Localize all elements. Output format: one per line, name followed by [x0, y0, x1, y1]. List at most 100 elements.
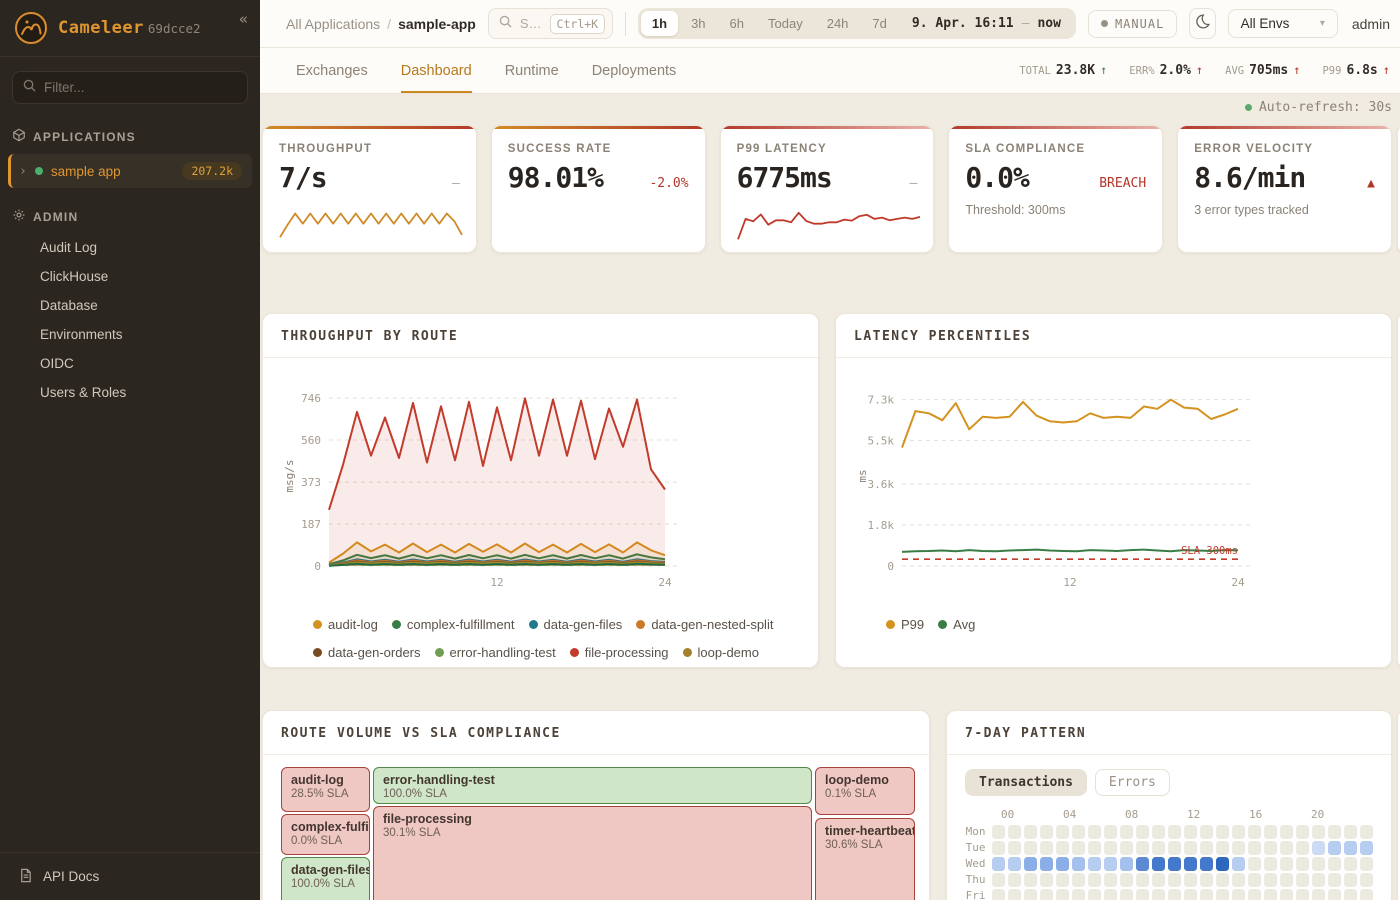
- sidebar-item-oidc[interactable]: OIDC: [0, 349, 260, 378]
- sidebar-filter-input[interactable]: [44, 80, 237, 95]
- gear-icon: [12, 208, 26, 225]
- svg-text:373: 373: [301, 476, 321, 489]
- heatmap-cell: [1248, 841, 1262, 855]
- legend-item-data-gen-nested-split[interactable]: data-gen-nested-split: [636, 617, 773, 632]
- sidebar-item-sample-app[interactable]: › sample app 207.2k: [8, 154, 252, 188]
- heatmap-cell: [1360, 857, 1374, 871]
- legend-dot: [313, 648, 322, 657]
- heatmap-cell: [1088, 825, 1102, 839]
- treemap-block-name: file-processing: [383, 812, 802, 826]
- time-range-display[interactable]: 9. Apr. 16:11 — now: [900, 11, 1073, 36]
- legend-item-file-processing[interactable]: file-processing: [570, 645, 669, 660]
- heatmap-cell: [1088, 889, 1102, 900]
- sidebar-item-clickhouse[interactable]: ClickHouse: [0, 262, 260, 291]
- sidebar-item-audit-log[interactable]: Audit Log: [0, 233, 260, 262]
- user-menu[interactable]: admin: [1352, 16, 1390, 32]
- treemap-block-data-gen-files[interactable]: data-gen-files100.0% SLA: [281, 857, 370, 900]
- tab-deployments[interactable]: Deployments: [592, 48, 677, 93]
- breadcrumb-current: sample-app: [398, 16, 476, 32]
- dark-mode-toggle[interactable]: [1189, 8, 1215, 39]
- legend-item-data-gen-files[interactable]: data-gen-files: [529, 617, 623, 632]
- heatmap-cell: [1152, 841, 1166, 855]
- global-search-button[interactable]: S… Ctrl+K: [488, 8, 613, 39]
- heatmap-cell: [1040, 857, 1054, 871]
- card-subtext: Threshold: 300ms: [965, 203, 1146, 217]
- tab-dashboard[interactable]: Dashboard: [401, 48, 472, 93]
- environment-select[interactable]: All Envs ▾: [1228, 9, 1338, 38]
- tab-runtime[interactable]: Runtime: [505, 48, 559, 93]
- card-accent-bar: [721, 126, 934, 129]
- chevron-down-icon: ▾: [1320, 18, 1325, 29]
- panel-title: THROUGHPUT BY ROUTE: [263, 314, 818, 358]
- legend-item-p99[interactable]: P99: [886, 617, 924, 632]
- heatmap-cell: [1264, 889, 1278, 900]
- legend-item-audit-log[interactable]: audit-log: [313, 617, 378, 632]
- treemap-block-error-handling-test[interactable]: error-handling-test100.0% SLA: [373, 767, 812, 804]
- treemap-block-loop-demo[interactable]: loop-demo0.1% SLA: [815, 767, 915, 815]
- status-dot: [1101, 20, 1108, 27]
- treemap-block-complex-fulfil[interactable]: complex-fulfil...0.0% SLA: [281, 814, 370, 855]
- heatmap-day-label: Wed: [965, 857, 986, 870]
- sidebar-item-api-docs[interactable]: API Docs: [0, 852, 260, 900]
- tab-exchanges[interactable]: Exchanges: [296, 48, 368, 93]
- legend-item-avg[interactable]: Avg: [938, 617, 975, 632]
- stat-p99: P996.8s↑: [1322, 63, 1390, 78]
- legend-label: loop-demo: [698, 645, 759, 660]
- sidebar-item-users-roles[interactable]: Users & Roles: [0, 378, 260, 407]
- treemap-block-timer-heartbeat[interactable]: timer-heartbeat30.6% SLA: [815, 818, 915, 900]
- heatmap-cell: [1056, 873, 1070, 887]
- toggle-transactions[interactable]: Transactions: [965, 769, 1087, 796]
- heatmap-cell: [1296, 857, 1310, 871]
- heatmap-cell: [1072, 841, 1086, 855]
- heatmap-cell: [1328, 889, 1342, 900]
- heatmap-cell: [1120, 857, 1134, 871]
- heatmap-cell: [1360, 825, 1374, 839]
- legend-item-loop-demo[interactable]: loop-demo: [683, 645, 759, 660]
- sidebar-item-environments[interactable]: Environments: [0, 320, 260, 349]
- card-throughput: THROUGHPUT7/s–: [262, 125, 477, 253]
- sidebar-collapse-button[interactable]: «: [239, 10, 248, 28]
- legend-label: file-processing: [585, 645, 669, 660]
- range-1h[interactable]: 1h: [641, 11, 678, 36]
- legend-item-complex-fulfillment[interactable]: complex-fulfillment: [392, 617, 515, 632]
- bottom-row: ROUTE VOLUME VS SLA COMPLIANCE audit-log…: [262, 710, 1392, 900]
- sidebar-item-database[interactable]: Database: [0, 291, 260, 320]
- heatmap-cell: [1104, 889, 1118, 900]
- topbar: All Applications / sample-app S… Ctrl+K …: [260, 0, 1400, 48]
- range-6h[interactable]: 6h: [719, 11, 755, 36]
- search-icon: [499, 15, 512, 33]
- range-7d[interactable]: 7d: [861, 11, 897, 36]
- treemap-block-file-processing[interactable]: file-processing30.1% SLA: [373, 806, 812, 900]
- heatmap-cell: [1008, 889, 1022, 900]
- range-24h[interactable]: 24h: [816, 11, 860, 36]
- heatmap-cell: [1184, 857, 1198, 871]
- legend-item-error-handling-test[interactable]: error-handling-test: [435, 645, 556, 660]
- heatmap-cell: [1216, 889, 1230, 900]
- svg-text:560: 560: [301, 434, 321, 447]
- heatmap-cell: [1136, 825, 1150, 839]
- heatmap-cell: [1056, 857, 1070, 871]
- legend-dot: [435, 648, 444, 657]
- tabs-row: ExchangesDashboardRuntimeDeployments TOT…: [260, 48, 1400, 94]
- heatmap-cell: [1232, 889, 1246, 900]
- heatmap-cell: [1104, 873, 1118, 887]
- auto-refresh-status: Auto-refresh: 30s: [262, 100, 1392, 115]
- card-subtext: 3 error types tracked: [1194, 203, 1375, 217]
- heatmap-cell: [1296, 889, 1310, 900]
- manual-refresh-button[interactable]: MANUAL: [1088, 10, 1177, 38]
- range-3h[interactable]: 3h: [680, 11, 716, 36]
- card-value: 8.6/min: [1194, 161, 1305, 194]
- header-stats: TOTAL23.8K↑ERR%2.0%↑AVG705ms↑P996.8s↑: [1019, 48, 1390, 93]
- breadcrumb-all-applications[interactable]: All Applications: [286, 16, 380, 32]
- svg-text:12: 12: [1063, 576, 1076, 589]
- legend-item-data-gen-orders[interactable]: data-gen-orders: [313, 645, 421, 660]
- heatmap-cell: [1088, 873, 1102, 887]
- treemap-block-audit-log[interactable]: audit-log28.5% SLA: [281, 767, 370, 812]
- range-today[interactable]: Today: [757, 11, 814, 36]
- heatmap-cell: [1120, 825, 1134, 839]
- heatmap-cell: [1200, 889, 1214, 900]
- heatmap-cell: [1168, 889, 1182, 900]
- toggle-errors[interactable]: Errors: [1095, 769, 1170, 796]
- trend-arrow-icon: ↑: [1293, 63, 1300, 77]
- treemap-block-name: complex-fulfil...: [291, 820, 360, 834]
